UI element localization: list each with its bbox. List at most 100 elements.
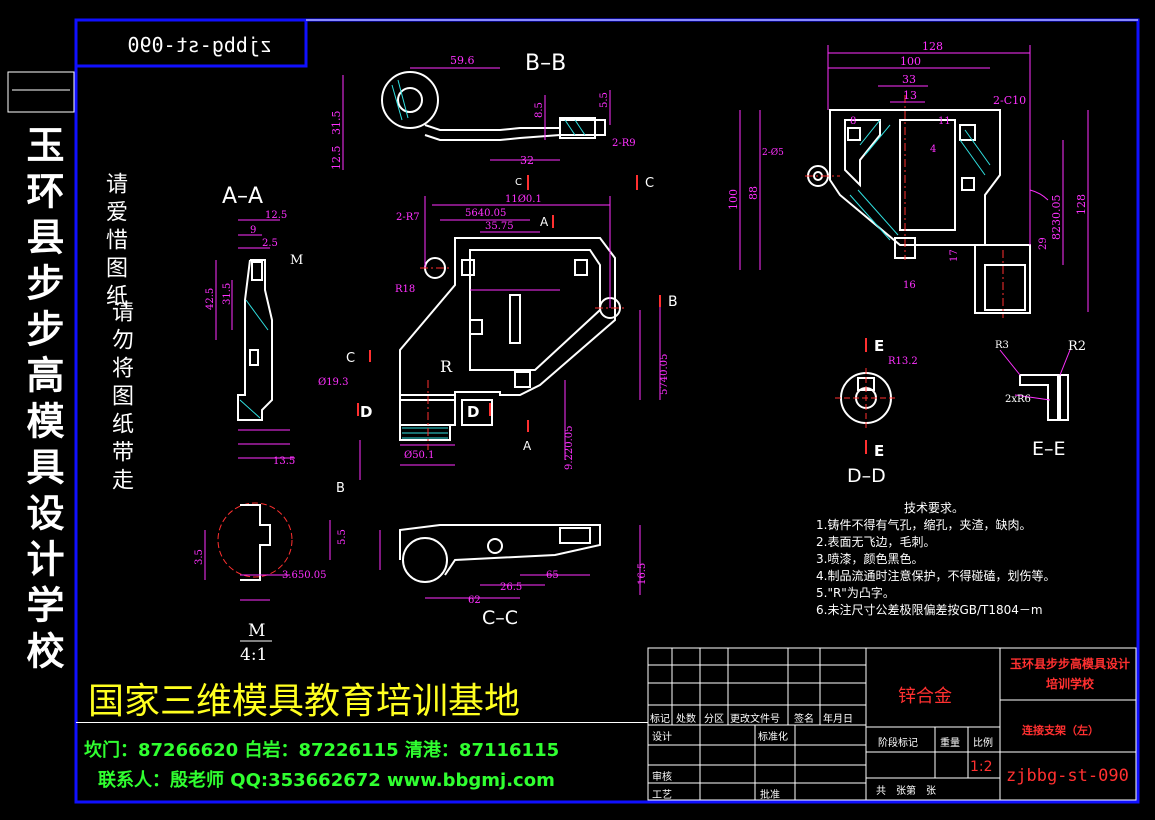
tb-sign: 签名	[794, 714, 814, 725]
m-detail-label: M	[248, 621, 265, 641]
dim-11: 11	[938, 116, 951, 127]
tech-title: 技术要求。	[904, 501, 965, 515]
dim-r13-2: R13.2	[888, 356, 918, 367]
side-notice-text-1: 请爱惜图纸	[102, 172, 127, 312]
side-notice-col1: 请爱惜图纸	[98, 172, 130, 312]
dim-42-5: 42.5	[205, 288, 216, 310]
dim-12-5b: 12.5	[265, 210, 287, 221]
tb-material: 锌合金	[898, 686, 952, 707]
tech-item: 3.喷漆，颜色黑色。	[816, 552, 924, 566]
contact-person: 联系人：殷老师 QQ:353662672 www.bbgmj.com	[98, 770, 555, 791]
aa-title: A–A	[222, 184, 263, 209]
dim-r18: R18	[395, 284, 415, 295]
dim-3-65: 3.650.05	[282, 570, 327, 581]
dim-5640: 5640.05	[465, 208, 506, 219]
tech-item: 1.铸件不得有气孔，缩孔，夹渣，缺肉。	[816, 518, 1032, 532]
tech-item: 5."R"为凸字。	[816, 586, 895, 600]
dim-8-5: 8.5	[534, 102, 545, 118]
dim-2-5: 2-Ø5	[762, 147, 784, 158]
tb-date: 年月日	[823, 714, 853, 725]
section-a-top: A	[540, 215, 549, 229]
dim-32: 32	[520, 154, 534, 167]
side-notice-col2: 请勿将图纸带走	[104, 300, 136, 496]
tech-item: 2.表面无飞边，毛刺。	[816, 535, 936, 549]
dim-3-5: 3.5	[194, 549, 205, 565]
dim-128: 128	[922, 40, 943, 53]
dim-9-220: 9.220.05	[564, 425, 575, 470]
dim-11-0-1: 11Ø0.1	[505, 194, 542, 205]
dim-50: Ø50.1	[404, 450, 434, 461]
dim-4: 4	[930, 144, 936, 155]
dim-128v: 128	[1075, 194, 1088, 215]
dim-2x-r6: 2xR6	[1005, 394, 1031, 405]
tb-zone: 分区	[704, 714, 724, 725]
dim-2-c10: 2-C10	[993, 94, 1026, 107]
section-e-bottom: E	[874, 442, 884, 460]
dim-5-5: 5.5	[599, 92, 610, 108]
dim-8: 8	[850, 116, 856, 127]
tb-ratio: 比例	[973, 738, 993, 749]
tb-weight: 重量	[940, 738, 960, 749]
tb-scale: 1:2	[970, 759, 993, 775]
dim-31-5b: 31.5	[222, 283, 233, 305]
tb-drawing-no: zjbbg-st-090	[1006, 766, 1129, 786]
dim-12-5: 12.5	[330, 146, 343, 171]
dim-r3: R3	[995, 340, 1009, 351]
tb-review: 审核	[652, 772, 672, 783]
tech-requirements: 技术要求。 1.铸件不得有气孔，缩孔，夹渣，缺肉。 2.表面无飞边，毛刺。 3.…	[816, 500, 1055, 619]
tech-item: 4.制品流通时注意保护，不得碰磕，划伤等。	[816, 569, 1056, 583]
section-b-right: B	[668, 294, 678, 310]
section-c-left-center: C	[346, 351, 355, 366]
tb-docno: 更改文件号	[730, 714, 780, 725]
section-d-right: D	[467, 403, 479, 421]
tech-item: 6.未注尺寸公差极限偏差按GB/T1804－m	[816, 603, 1043, 617]
tb-school: 玉环县步步高模具设计培训学校	[1009, 657, 1130, 691]
dim-31-5: 31.5	[330, 111, 343, 136]
tb-process: 工艺	[652, 790, 672, 801]
tb-design: 设计	[652, 732, 672, 743]
bb-title: B–B	[525, 51, 566, 76]
dim-33: 33	[902, 73, 916, 86]
section-e-top: E	[874, 337, 884, 355]
dim-5740: 5740.05	[659, 354, 670, 395]
dim-r2: R2	[1068, 339, 1086, 354]
side-school-name: 玉环县步步高模具设计学校	[14, 125, 70, 677]
dim-16-5: 16.5	[637, 563, 648, 585]
dim-100v: 100	[727, 189, 740, 210]
corner-code-mirrored: zjbbg-st-090	[128, 33, 273, 57]
dim-2-5: 2.5	[262, 238, 278, 249]
tb-part-name: 连接支架（左）	[1022, 724, 1099, 737]
dim-35-75: 35.75	[485, 221, 514, 232]
dim-100: 100	[900, 55, 921, 68]
marker-m: M	[290, 253, 303, 268]
tb-standard: 标准化	[758, 732, 788, 743]
banner-title: 国家三维模具教育培训基地	[88, 681, 521, 722]
side-notice-text-2: 请勿将图纸带走	[108, 300, 133, 496]
marker-r: R	[440, 357, 453, 376]
ee-title: E–E	[1032, 438, 1066, 460]
tb-stage: 阶段标记	[878, 738, 918, 749]
contact-phones: 坎门：87266620 白岩：87226115 清港：87116115	[84, 740, 560, 761]
dim-88: 88	[747, 186, 760, 200]
dim-8230: 8230.05	[1050, 195, 1063, 241]
section-b-left: B	[336, 481, 345, 496]
dim-29: 29	[1038, 237, 1049, 250]
dim-2-r7: 2-R7	[396, 212, 420, 223]
tb-mark: 标记	[650, 714, 670, 725]
side-school-text: 玉环县步步高模具设计学校	[20, 125, 64, 677]
cc-title: C–C	[482, 607, 518, 629]
dim-9: 9	[250, 225, 256, 236]
dim-19-3: Ø19.3	[318, 377, 348, 388]
dim-5-5b: 5.5	[337, 529, 348, 545]
tb-sheets: 共 张第 张	[876, 786, 936, 797]
dim-13-5: 13.5	[273, 456, 295, 467]
section-c-left: C	[515, 177, 522, 188]
section-a-bottom: A	[523, 439, 532, 453]
dim-16: 16	[903, 280, 916, 291]
dd-title: D–D	[847, 465, 886, 487]
tb-approve: 批准	[760, 790, 780, 801]
section-d-left: D	[360, 403, 372, 421]
tb-count: 处数	[676, 714, 696, 725]
dim-2-r9: 2-R9	[612, 138, 636, 149]
dim-59-6: 59.6	[450, 54, 475, 67]
